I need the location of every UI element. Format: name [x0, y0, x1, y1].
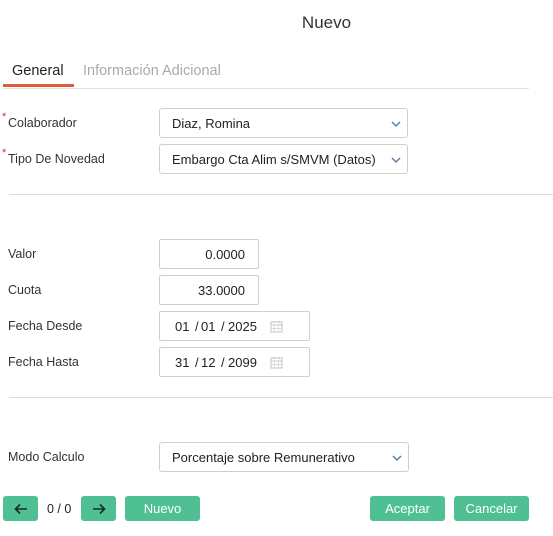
tab-divider [3, 88, 529, 89]
calendar-icon[interactable] [270, 356, 283, 369]
colaborador-select[interactable]: Diaz, Romina [159, 108, 408, 138]
modo-calculo-label: Modo Calculo [8, 450, 85, 464]
fecha-desde-input[interactable]: 01 / 01 / 2025 [159, 311, 310, 341]
required-marker: * [2, 111, 7, 123]
fecha-desde-day[interactable]: 01 [175, 319, 189, 334]
section-divider [9, 397, 553, 398]
colaborador-value: Diaz, Romina [172, 115, 251, 131]
fecha-hasta-year[interactable]: 2099 [228, 355, 257, 370]
modo-calculo-value: Porcentaje sobre Remunerativo [172, 449, 355, 465]
tab-general[interactable]: General [12, 63, 64, 79]
dialog-title: Nuevo [301, 13, 352, 32]
nuevo-button[interactable]: Nuevo [125, 496, 200, 521]
arrow-right-icon [92, 503, 106, 514]
date-separator: / [221, 319, 225, 334]
fecha-hasta-day[interactable]: 31 [175, 355, 189, 370]
calendar-icon[interactable] [270, 320, 283, 333]
tab-informacion-adicional[interactable]: Información Adicional [83, 63, 221, 79]
cuota-input[interactable]: 33.0000 [159, 275, 259, 305]
tipo-novedad-label: Tipo De Novedad [8, 152, 105, 166]
next-button[interactable] [81, 496, 116, 521]
fecha-hasta-month[interactable]: 12 [201, 355, 215, 370]
fecha-hasta-input[interactable]: 31 / 12 / 2099 [159, 347, 310, 377]
valor-input[interactable]: 0.0000 [159, 239, 259, 269]
colaborador-label: Colaborador [8, 116, 77, 130]
arrow-left-icon [13, 503, 27, 514]
required-marker: * [2, 147, 7, 159]
pager-count: 0 / 0 [47, 502, 72, 516]
tipo-novedad-select[interactable]: Embargo Cta Alim s/SMVM (Datos) [159, 144, 408, 174]
section-divider [9, 194, 553, 195]
chevron-down-icon [392, 455, 402, 462]
tab-active-indicator [3, 84, 74, 87]
date-separator: / [221, 355, 225, 370]
fecha-hasta-label: Fecha Hasta [8, 355, 79, 369]
date-separator: / [195, 355, 199, 370]
fecha-desde-month[interactable]: 01 [201, 319, 215, 334]
tipo-novedad-value: Embargo Cta Alim s/SMVM (Datos) [172, 151, 376, 167]
fecha-desde-label: Fecha Desde [8, 319, 83, 333]
modo-calculo-select[interactable]: Porcentaje sobre Remunerativo [159, 442, 409, 472]
fecha-desde-year[interactable]: 2025 [228, 319, 257, 334]
aceptar-button[interactable]: Aceptar [370, 496, 445, 521]
date-separator: / [195, 319, 199, 334]
valor-label: Valor [8, 247, 37, 261]
chevron-down-icon [391, 121, 401, 128]
chevron-down-icon [391, 157, 401, 164]
cancelar-button[interactable]: Cancelar [454, 496, 529, 521]
cuota-label: Cuota [8, 283, 42, 297]
prev-button[interactable] [3, 496, 38, 521]
